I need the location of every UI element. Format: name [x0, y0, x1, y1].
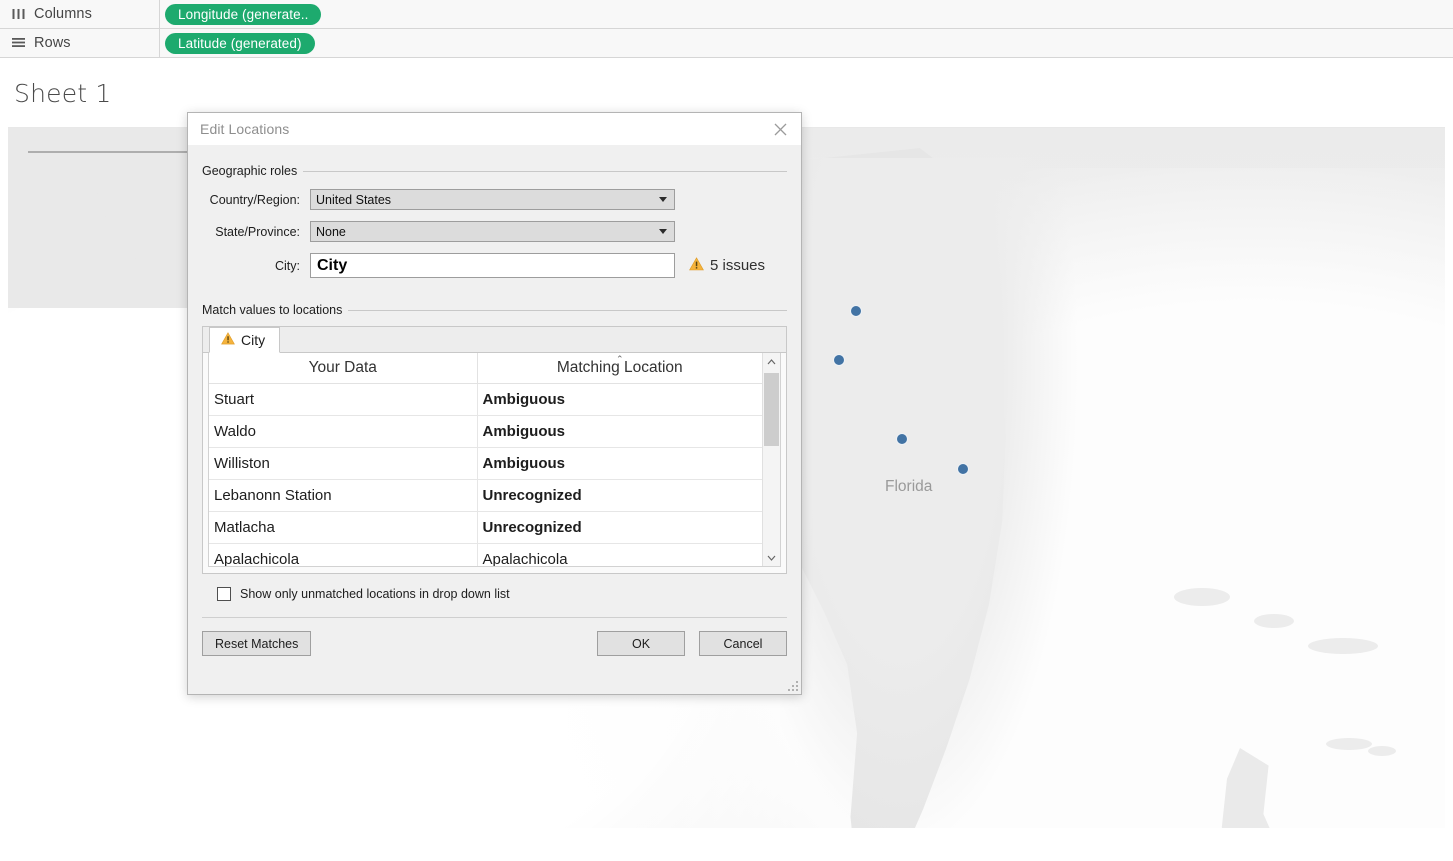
table-header-row: Your Data ⌃ Matching Location	[209, 353, 762, 384]
cell-matching-location[interactable]: Ambiguous	[477, 415, 762, 448]
cell-matching-location[interactable]: Apalachicola	[477, 543, 762, 566]
edit-locations-dialog: Edit Locations Geographic roles Country/…	[187, 112, 802, 695]
country-region-value: United States	[316, 192, 392, 207]
country-region-select[interactable]: United States	[310, 189, 675, 210]
ok-button[interactable]: OK	[597, 631, 685, 656]
rows-shelf-label: Rows	[34, 35, 71, 51]
tableau-worksheet-window: Columns Longitude (generate.. Rows Latit…	[0, 0, 1453, 861]
cell-your-data: Lebanonn Station	[209, 479, 478, 512]
match-table: Your Data ⌃ Matching Location Stuart Amb…	[209, 353, 762, 566]
table-row[interactable]: Williston Ambiguous	[209, 447, 762, 480]
map-landmass-bahamas-isle-3	[1254, 614, 1294, 628]
page-title: Sheet 1	[14, 79, 112, 108]
scroll-down-icon[interactable]	[763, 549, 780, 566]
country-region-label: Country/Region:	[209, 192, 300, 207]
pill-longitude[interactable]: Longitude (generate..	[165, 3, 322, 25]
state-province-label: State/Province:	[215, 224, 300, 239]
map-mark[interactable]	[896, 433, 908, 445]
match-table-head: Your Data ⌃ Matching Location	[209, 353, 762, 384]
column-header-matching-location[interactable]: ⌃ Matching Location	[477, 353, 762, 384]
map-landmass-shading	[780, 158, 1080, 828]
cell-your-data: Matlacha	[209, 511, 478, 544]
table-row[interactable]: Matlacha Unrecognized	[209, 511, 762, 544]
map-landmass-bahamas-isle-2	[1368, 746, 1396, 756]
table-row[interactable]: Lebanonn Station Unrecognized	[209, 479, 762, 512]
pill-latitude[interactable]: Latitude (generated)	[165, 32, 315, 54]
column-header-your-data-label: Your Data	[308, 359, 377, 376]
match-tabstrip: City	[203, 327, 786, 353]
city-value: City	[317, 256, 348, 274]
issues-count-label: 5 issues	[710, 257, 766, 274]
match-grid[interactable]: Your Data ⌃ Matching Location Stuart Amb…	[209, 353, 762, 566]
match-table-body: Stuart Ambiguous Waldo Ambiguous Willist…	[209, 383, 762, 566]
dialog-title: Edit Locations	[200, 121, 290, 137]
cell-matching-location[interactable]: Unrecognized	[477, 511, 762, 544]
rows-shelf-label-box: Rows	[0, 29, 160, 57]
warning-icon	[221, 332, 235, 348]
geographic-roles-title: Geographic roles	[202, 164, 304, 178]
chevron-down-icon	[659, 229, 667, 234]
cell-matching-location[interactable]: Ambiguous	[477, 447, 762, 480]
close-icon[interactable]	[769, 118, 791, 140]
dialog-titlebar: Edit Locations	[188, 113, 801, 145]
cell-your-data: Williston	[209, 447, 478, 480]
sort-ascending-icon: ⌃	[615, 354, 624, 364]
match-values-group: Match values to locations City Your Data…	[202, 302, 787, 601]
cell-your-data: Waldo	[209, 415, 478, 448]
show-unmatched-label: Show only unmatched locations in drop do…	[240, 587, 510, 601]
city-label: City:	[275, 258, 300, 273]
match-grid-wrapper: Your Data ⌃ Matching Location Stuart Amb…	[208, 353, 781, 567]
table-row[interactable]: Apalachicola Apalachicola	[209, 543, 762, 566]
map-mark[interactable]	[850, 305, 862, 317]
resize-grip[interactable]	[788, 681, 798, 691]
reset-matches-button[interactable]: Reset Matches	[202, 631, 312, 656]
state-province-row: State/Province: None	[202, 221, 787, 242]
match-values-title: Match values to locations	[202, 303, 349, 317]
map-mark[interactable]	[833, 354, 845, 366]
warning-icon	[689, 256, 704, 275]
chevron-down-icon	[659, 197, 667, 202]
columns-shelf-label-box: Columns	[0, 0, 160, 28]
geographic-roles-group: Geographic roles Country/Region: United …	[202, 163, 787, 278]
state-province-select[interactable]: None	[310, 221, 675, 242]
country-region-row: Country/Region: United States	[202, 189, 787, 210]
footer-actions: OK Cancel	[597, 631, 787, 656]
rows-icon	[12, 37, 25, 49]
dialog-body: Geographic roles Country/Region: United …	[188, 163, 801, 618]
columns-shelf[interactable]: Columns Longitude (generate..	[0, 0, 1453, 29]
cell-matching-location[interactable]: Ambiguous	[477, 383, 762, 416]
dialog-footer: Reset Matches OK Cancel	[188, 618, 801, 656]
issues-indicator: 5 issues	[689, 256, 766, 275]
map-landmass-bahamas-isle-1	[1326, 738, 1372, 750]
city-row: City: City 5 issues	[202, 253, 787, 278]
table-row[interactable]: Waldo Ambiguous	[209, 415, 762, 448]
state-province-value: None	[316, 224, 346, 239]
cell-matching-location[interactable]: Unrecognized	[477, 479, 762, 512]
map-landmass-bahamas-isle-4	[1308, 638, 1378, 654]
cancel-button[interactable]: Cancel	[699, 631, 787, 656]
scroll-up-icon[interactable]	[763, 353, 780, 370]
match-values-panel: City Your Data ⌃ Matching Location Stuar…	[202, 326, 787, 574]
column-header-your-data[interactable]: Your Data	[209, 353, 478, 384]
columns-shelf-label: Columns	[34, 6, 92, 22]
show-unmatched-row[interactable]: Show only unmatched locations in drop do…	[202, 587, 787, 601]
show-unmatched-checkbox[interactable]	[217, 587, 231, 601]
tab-city[interactable]: City	[209, 327, 281, 353]
columns-icon	[12, 8, 25, 20]
city-field[interactable]: City	[310, 253, 675, 278]
cell-your-data: Apalachicola	[209, 543, 478, 566]
table-row[interactable]: Stuart Ambiguous	[209, 383, 762, 416]
cell-your-data: Stuart	[209, 383, 478, 416]
match-grid-scrollbar[interactable]	[762, 353, 780, 566]
rows-shelf[interactable]: Rows Latitude (generated)	[0, 29, 1453, 58]
map-mark[interactable]	[957, 463, 969, 475]
map-landmass-bahamas-isle-5	[1174, 588, 1230, 606]
scrollbar-thumb[interactable]	[764, 373, 779, 446]
tab-city-label: City	[241, 332, 266, 348]
